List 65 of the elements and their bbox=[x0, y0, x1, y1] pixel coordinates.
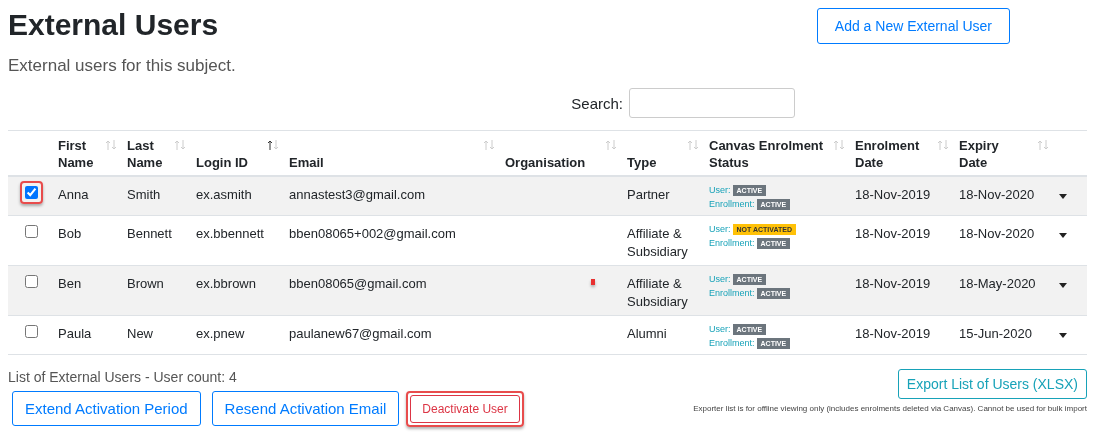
table-cell: Paula bbox=[54, 315, 123, 355]
row-checkbox[interactable] bbox=[25, 325, 38, 338]
table-cell: Affiliate & Subsidiary bbox=[623, 265, 705, 316]
status-label: Enrollment: bbox=[709, 236, 755, 250]
row-checkbox[interactable] bbox=[25, 186, 38, 199]
table-cell: 18-Nov-2019 bbox=[851, 215, 955, 266]
table-cell: Alumni bbox=[623, 315, 705, 355]
table-cell: bben08065@gmail.com bbox=[285, 265, 501, 316]
table-cell: Affiliate & Subsidiary bbox=[623, 215, 705, 266]
status-label: User: bbox=[709, 322, 731, 336]
column-header[interactable]: Email bbox=[289, 154, 497, 171]
search-field[interactable] bbox=[629, 88, 795, 118]
caret-icon[interactable] bbox=[1059, 283, 1067, 288]
table-cell: 18-Nov-2019 bbox=[851, 265, 955, 316]
page-subtitle: External users for this subject. bbox=[8, 56, 236, 76]
sort-icon[interactable] bbox=[267, 140, 279, 150]
table-cell: paulanew67@gmail.com bbox=[285, 315, 501, 355]
marker-icon bbox=[591, 279, 595, 285]
column-header[interactable]: Expiry Date bbox=[959, 137, 1051, 171]
table-cell: bben08065+002@gmail.com bbox=[285, 215, 501, 266]
table-cell: ex.bbrown bbox=[192, 265, 285, 316]
table-cell: Bennett bbox=[123, 215, 192, 266]
page-title: External Users bbox=[8, 7, 220, 43]
table-cell: Brown bbox=[123, 265, 192, 316]
column-header[interactable]: Type bbox=[627, 154, 701, 171]
action-button[interactable]: Extend Activation Period bbox=[12, 391, 201, 426]
table-cell: Anna bbox=[54, 176, 123, 216]
caret-icon[interactable] bbox=[1059, 194, 1067, 199]
status-label: User: bbox=[709, 222, 731, 236]
table-cell: 18-Nov-2019 bbox=[851, 315, 955, 355]
table-cell: ex.pnew bbox=[192, 315, 285, 355]
table-cell: annastest3@gmail.com bbox=[285, 176, 501, 216]
status-label: Enrollment: bbox=[709, 336, 755, 350]
export-note: Exporter list is for offline viewing only (includes enrolments deleted via Canvas). Cannot be used for bulk import bbox=[693, 404, 1087, 413]
table-cell: Smith bbox=[123, 176, 192, 216]
column-header[interactable]: Organisation bbox=[505, 154, 619, 171]
row-checkbox[interactable] bbox=[25, 225, 38, 238]
caret-icon[interactable] bbox=[1059, 233, 1067, 238]
action-button[interactable]: Resend Activation Email bbox=[211, 391, 400, 426]
row-checkbox[interactable] bbox=[25, 275, 38, 288]
table-cell: New bbox=[123, 315, 192, 355]
column-header[interactable]: Enrolment Date bbox=[855, 137, 951, 171]
table-cell: 18-Nov-2019 bbox=[851, 176, 955, 216]
table-cell: ex.bbennett bbox=[192, 215, 285, 266]
deactivate-button[interactable]: Deactivate User bbox=[410, 394, 520, 423]
table-cell: ex.asmith bbox=[192, 176, 285, 216]
table-cell: Partner bbox=[623, 176, 705, 216]
table-cell: 15-Jun-2020 bbox=[955, 315, 1055, 355]
table-cell: 18-Nov-2020 bbox=[955, 215, 1055, 266]
table-cell: Bob bbox=[54, 215, 123, 266]
add-user-button[interactable]: Add a New External User bbox=[816, 8, 1010, 44]
user-count: List of External Users - User count: 4 bbox=[8, 369, 238, 385]
status-label: Enrollment: bbox=[709, 197, 755, 211]
search-label: Search: bbox=[571, 94, 623, 112]
status-label: Enrollment: bbox=[709, 286, 755, 300]
column-header[interactable]: First Name bbox=[58, 137, 119, 171]
status-label: User: bbox=[709, 183, 731, 197]
table-cell: 18-Nov-2020 bbox=[955, 176, 1055, 216]
caret-icon[interactable] bbox=[1059, 333, 1067, 338]
column-header[interactable]: Last Name bbox=[127, 137, 188, 171]
table-cell: 18-May-2020 bbox=[955, 265, 1055, 316]
status-label: User: bbox=[709, 272, 731, 286]
column-header[interactable]: Canvas Enrolment Status bbox=[709, 137, 847, 171]
table-cell: Ben bbox=[54, 265, 123, 316]
column-header[interactable]: Login ID bbox=[196, 154, 281, 171]
